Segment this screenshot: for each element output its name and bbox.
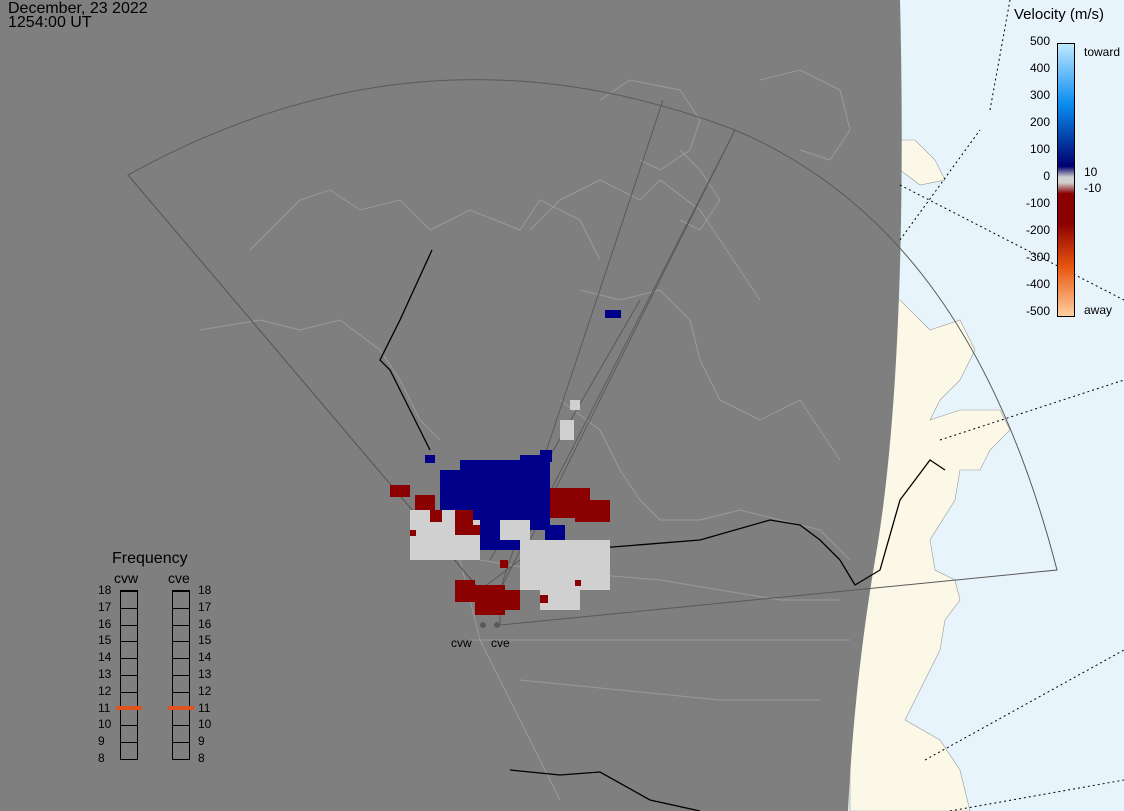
velocity-threshold-positive: 10 [1084, 165, 1098, 179]
velocity-tick: 400 [1029, 61, 1050, 75]
frequency-gridline [173, 725, 189, 727]
velocity-tick: -100 [1025, 196, 1050, 210]
frequency-tick-right: 10 [198, 717, 212, 732]
frequency-tick-right: 16 [198, 616, 212, 631]
velocity-tick: -500 [1025, 304, 1050, 318]
frequency-gridline [121, 591, 137, 592]
velocity-legend-title: Velocity (m/s) [1014, 6, 1105, 23]
frequency-tick-left: 17 [98, 599, 112, 614]
frequency-title: Frequency [112, 550, 188, 567]
frequency-gridline [121, 725, 137, 727]
velocity-tick: -300 [1025, 250, 1050, 264]
frequency-gridline [121, 607, 137, 609]
frequency-gridline [173, 691, 189, 693]
velocity-colorbar [1057, 43, 1075, 317]
frequency-marker-cve [168, 705, 194, 710]
frequency-tick-left: 14 [98, 650, 112, 665]
frequency-gridline [121, 675, 137, 676]
frequency-gridline [121, 641, 137, 643]
frequency-tick-right: 18 [198, 583, 212, 597]
frequency-tick-right: 15 [198, 633, 212, 648]
frequency-tick-left: 15 [98, 633, 112, 648]
frequency-tick-right: 14 [198, 650, 212, 665]
frequency-gridline [121, 624, 137, 626]
frequency-gridline [121, 658, 137, 660]
radar-label-cve: cve [491, 636, 510, 650]
frequency-gridline [173, 658, 189, 660]
frequency-tick-left: 10 [98, 717, 112, 732]
polar-map [0, 0, 1124, 811]
velocity-tick: 500 [1029, 34, 1050, 48]
velocity-tick: 100 [1029, 142, 1050, 156]
velocity-tick: 0 [1043, 169, 1050, 183]
velocity-tick: 200 [1029, 115, 1050, 129]
frequency-gridline [121, 691, 137, 693]
frequency-scale-cvw [120, 590, 138, 760]
frequency-gridline [121, 742, 137, 744]
frequency-scale-cve [172, 590, 190, 760]
radar-label-cvw: cvw [451, 636, 472, 650]
frequency-gridline [173, 591, 189, 592]
velocity-tick: -400 [1025, 277, 1050, 291]
velocity-tick: 300 [1029, 88, 1050, 102]
velocity-threshold-negative: -10 [1084, 181, 1102, 195]
frequency-tick-left: 9 [98, 734, 105, 749]
radar-site-cve [494, 622, 500, 628]
frequency-gridline [121, 759, 137, 760]
velocity-toward-label: toward [1084, 45, 1121, 59]
frequency-tick-right: 17 [198, 599, 212, 614]
frequency-tick-right: 11 [198, 700, 211, 715]
frequency-marker-cvw [116, 705, 142, 710]
radar-site-cvw [480, 622, 486, 628]
frequency-tick-left: 16 [98, 616, 112, 631]
frequency-tick-left: 8 [98, 751, 105, 765]
frequency-gridline [173, 624, 189, 626]
map-stage: December, 23 2022 1254:00 UT cvw cve Fre… [0, 0, 1124, 811]
frequency-gridline [173, 675, 189, 676]
frequency-gridline [173, 742, 189, 744]
frequency-tick-left: 12 [98, 683, 112, 698]
frequency-gridline [173, 607, 189, 609]
frequency-tick-right: 13 [198, 667, 212, 681]
velocity-tick: -200 [1025, 223, 1050, 237]
frequency-column-cve-title: cve [168, 570, 190, 586]
frequency-gridline [173, 641, 189, 643]
frequency-tick-left: 11 [98, 700, 111, 715]
frequency-gridline [173, 759, 189, 760]
frequency-tick-right: 9 [198, 734, 205, 749]
frequency-tick-right: 12 [198, 683, 212, 698]
frequency-tick-right: 8 [198, 751, 205, 765]
timestamp-time: 1254:00 UT [8, 14, 92, 31]
frequency-column-cvw-title: cvw [114, 570, 139, 586]
frequency-tick-left: 13 [98, 667, 112, 681]
frequency-tick-left: 18 [98, 583, 112, 597]
velocity-away-label: away [1084, 303, 1113, 317]
